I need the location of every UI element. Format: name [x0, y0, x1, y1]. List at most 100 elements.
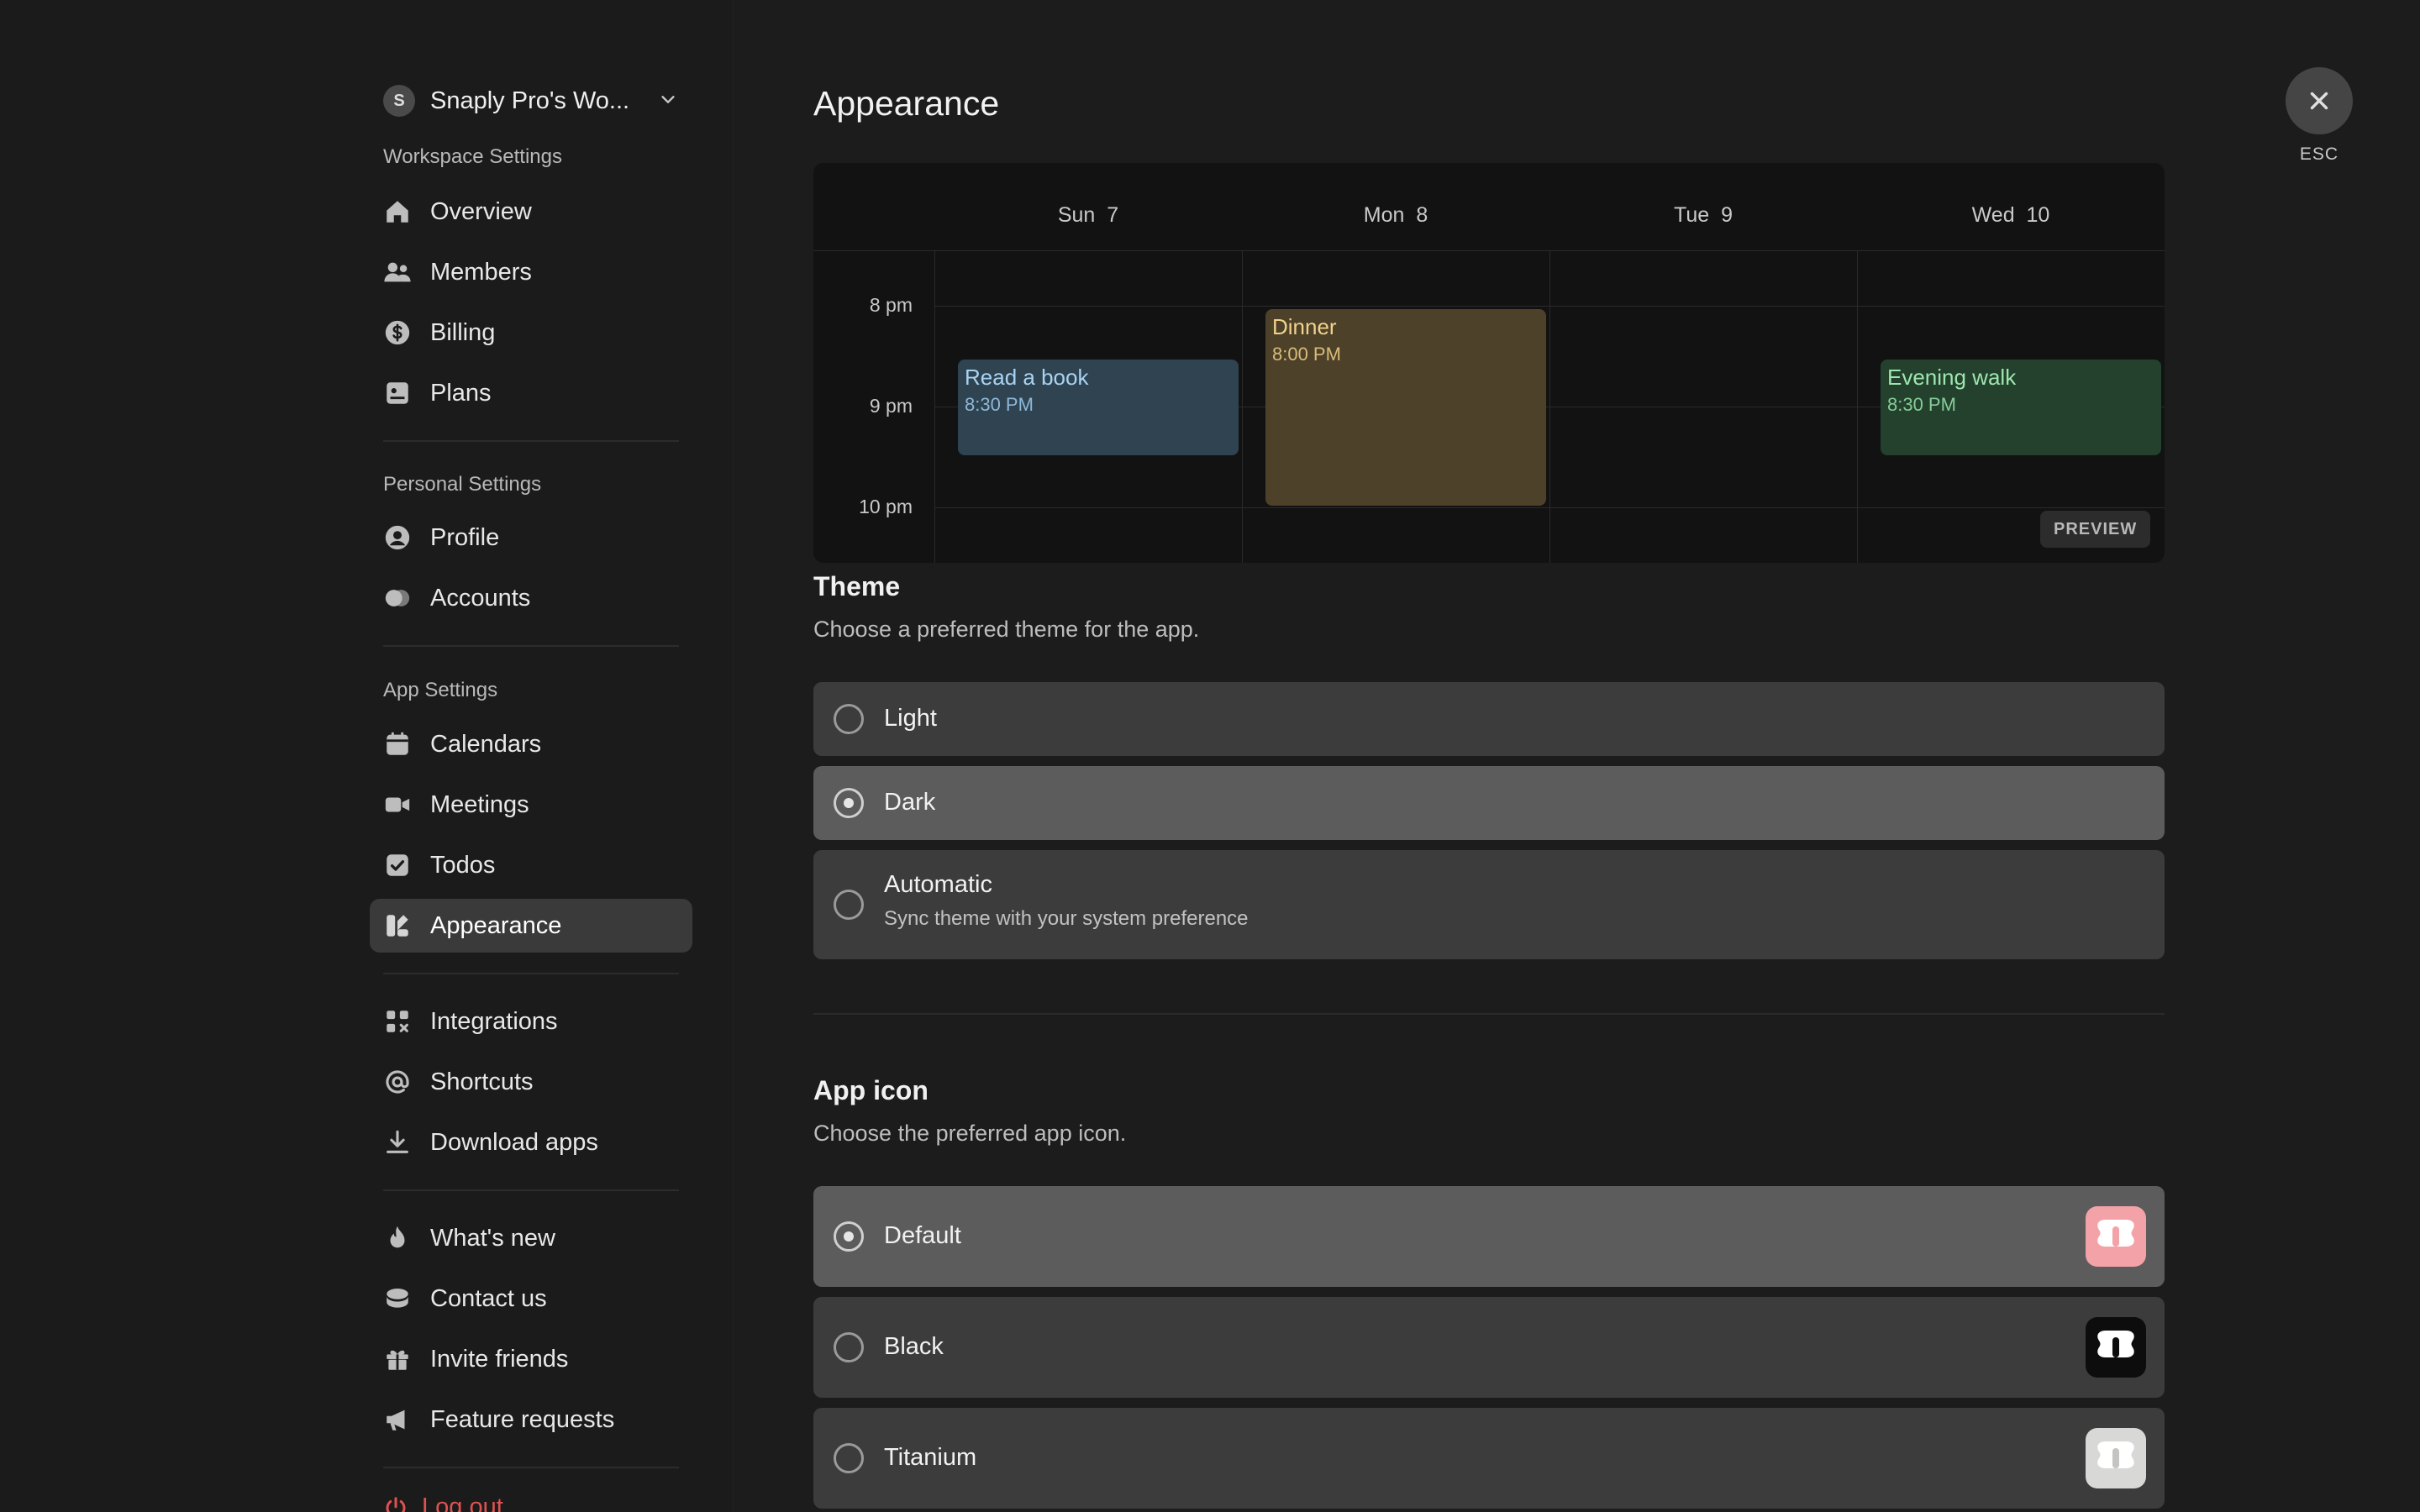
sidebar-item-contact-us[interactable]: Contact us — [370, 1272, 692, 1326]
sidebar-item-appearance[interactable]: Appearance — [370, 899, 692, 953]
radio-unselected[interactable] — [834, 704, 864, 734]
sidebar-item-plans[interactable]: Plans — [370, 366, 692, 420]
grid-line — [1242, 250, 1243, 563]
users-icon — [383, 260, 412, 285]
checkbox-icon — [383, 853, 412, 878]
divider — [383, 1189, 679, 1191]
day-header-mon: Mon 8 — [1363, 203, 1428, 227]
accounts-icon — [383, 585, 412, 611]
preview-badge: PREVIEW — [2040, 511, 2151, 548]
sidebar-item-label: Accounts — [430, 584, 531, 612]
section-title-personal: Personal Settings — [383, 473, 542, 496]
radio-selected[interactable] — [834, 788, 864, 818]
palette-icon — [383, 913, 412, 938]
sidebar-item-label: Todos — [430, 851, 496, 879]
sidebar-item-integrations[interactable]: Integrations — [370, 995, 692, 1048]
sidebar-item-label: Integrations — [430, 1007, 558, 1035]
option-label: Dark — [884, 789, 936, 816]
sidebar-item-overview[interactable]: Overview — [370, 185, 692, 239]
sidebar-item-todos[interactable]: Todos — [370, 838, 692, 892]
workspace-name: Snaply Pro's Wo... — [430, 87, 630, 114]
theme-preview-calendar: Sun 7 Mon 8 Tue 9 Wed 10 8 pm 9 pm 10 pm… — [813, 163, 2165, 563]
section-divider — [813, 1013, 2165, 1015]
grid-line — [813, 250, 2165, 251]
event-evening-walk[interactable]: Evening walk 8:30 PM — [1881, 360, 2161, 455]
logout-label: Log out — [422, 1494, 503, 1512]
workspace-switcher[interactable]: S Snaply Pro's Wo... — [383, 81, 679, 121]
megaphone-icon — [383, 1407, 412, 1432]
event-dinner[interactable]: Dinner 8:00 PM — [1265, 309, 1546, 506]
sidebar-item-label: Feature requests — [430, 1405, 615, 1433]
logout-link[interactable]: Log out — [383, 1494, 503, 1512]
option-label: Light — [884, 705, 937, 732]
option-label: Titanium — [884, 1444, 977, 1471]
option-label: Automatic — [884, 871, 992, 898]
divider — [383, 1467, 679, 1468]
sidebar-item-label: Profile — [430, 523, 500, 551]
day-header-wed: Wed 10 — [1971, 203, 2050, 227]
radio-unselected[interactable] — [834, 1332, 864, 1362]
sidebar-item-download-apps[interactable]: Download apps — [370, 1116, 692, 1169]
sidebar-item-shortcuts[interactable]: Shortcuts — [370, 1055, 692, 1109]
sidebar-item-billing[interactable]: Billing — [370, 306, 692, 360]
at-sign-icon — [383, 1069, 412, 1095]
sidebar-item-members[interactable]: Members — [370, 245, 692, 299]
chevron-down-icon — [659, 90, 677, 113]
theme-option-automatic[interactable]: Automatic Sync theme with your system pr… — [813, 850, 2165, 959]
sidebar-item-calendars[interactable]: Calendars — [370, 717, 692, 771]
settings-window: S Snaply Pro's Wo... Workspace Settings … — [0, 0, 2420, 1512]
dollar-circle-icon — [383, 320, 412, 345]
user-circle-icon — [383, 525, 412, 550]
day-header-sun: Sun 7 — [1057, 203, 1119, 227]
time-label: 9 pm — [869, 395, 913, 417]
sidebar-item-whats-new[interactable]: What's new — [370, 1211, 692, 1265]
video-camera-icon — [383, 792, 412, 817]
app-icon-default-preview — [2086, 1206, 2146, 1267]
app-icon-option-titanium[interactable]: Titanium — [813, 1408, 2165, 1509]
sidebar-item-label: What's new — [430, 1224, 555, 1252]
section-title-app: App Settings — [383, 679, 498, 701]
time-label: 10 pm — [859, 496, 913, 517]
theme-section-description: Choose a preferred theme for the app. — [813, 617, 1200, 642]
event-read-a-book[interactable]: Read a book 8:30 PM — [958, 360, 1239, 455]
theme-section-title: Theme — [813, 571, 901, 601]
app-icon-option-black[interactable]: Black — [813, 1297, 2165, 1398]
radio-unselected[interactable] — [834, 1443, 864, 1473]
sidebar-item-label: Overview — [430, 197, 532, 225]
radio-selected[interactable] — [834, 1221, 864, 1252]
sidebar-item-label: Calendars — [430, 730, 542, 758]
radio-unselected[interactable] — [834, 890, 864, 920]
sidebar-item-label: Members — [430, 258, 532, 286]
app-icon-section-description: Choose the preferred app icon. — [813, 1121, 1127, 1146]
sidebar-item-feature-requests[interactable]: Feature requests — [370, 1393, 692, 1446]
app-logo-icon — [2097, 1220, 2134, 1247]
theme-option-light[interactable]: Light — [813, 682, 2165, 756]
download-icon — [383, 1130, 412, 1155]
theme-option-dark[interactable]: Dark — [813, 766, 2165, 840]
time-label: 8 pm — [869, 294, 913, 316]
app-logo-icon — [2097, 1331, 2134, 1357]
sidebar-item-accounts[interactable]: Accounts — [370, 571, 692, 625]
sidebar-item-invite-friends[interactable]: Invite friends — [370, 1332, 692, 1386]
sidebar-item-meetings[interactable]: Meetings — [370, 778, 692, 832]
event-time: 8:30 PM — [965, 394, 1034, 415]
sidebar-item-label: Invite friends — [430, 1345, 569, 1373]
event-time: 8:00 PM — [1272, 344, 1341, 365]
option-sublabel: Sync theme with your system preference — [884, 907, 1249, 930]
app-icon-option-default[interactable]: Default — [813, 1186, 2165, 1287]
divider — [383, 973, 679, 974]
grid-plus-icon — [383, 1009, 412, 1034]
gift-icon — [383, 1347, 412, 1372]
section-title-workspace: Workspace Settings — [383, 145, 562, 168]
event-title: Read a book — [965, 365, 1089, 390]
flame-icon — [383, 1226, 412, 1251]
sidebar-item-label: Billing — [430, 318, 496, 346]
sidebar-item-label: Contact us — [430, 1284, 547, 1312]
sidebar-item-label: Appearance — [430, 911, 562, 939]
app-logo-icon — [2097, 1441, 2134, 1468]
sidebar-item-profile[interactable]: Profile — [370, 511, 692, 564]
close-button[interactable] — [2286, 67, 2353, 134]
divider — [383, 645, 679, 647]
sidebar-item-label: Shortcuts — [430, 1068, 534, 1095]
radio-dot — [844, 1231, 854, 1242]
